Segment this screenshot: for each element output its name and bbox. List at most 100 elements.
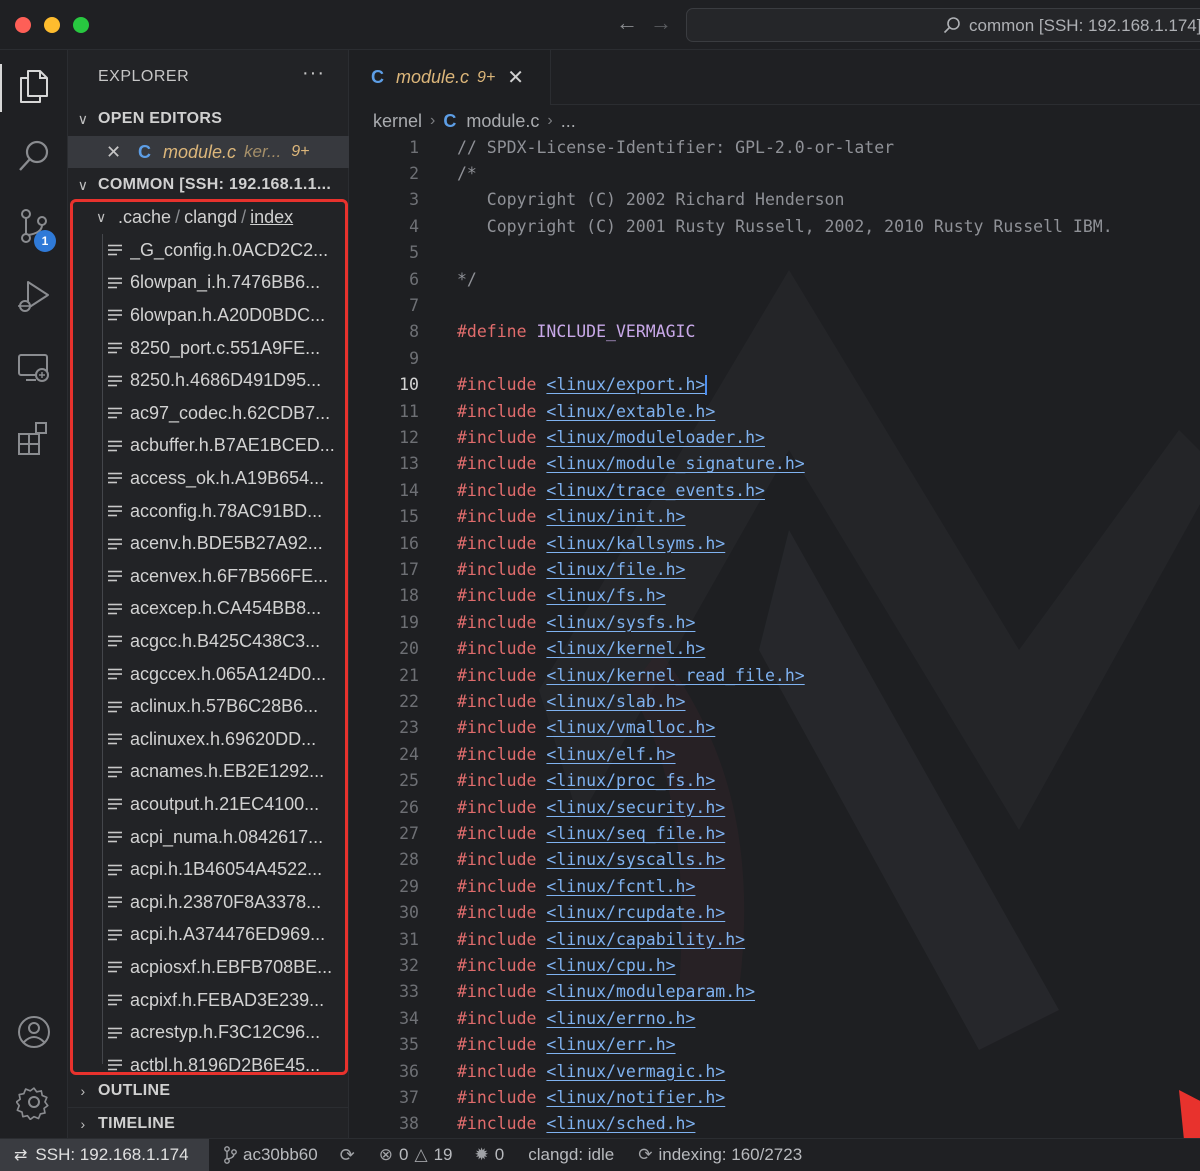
comment-text: Copyright (C) 2001 Rusty Russell, 2002, …	[457, 216, 1113, 236]
include-path-link[interactable]: <linux/vermagic.h>	[546, 1062, 725, 1081]
breadcrumb-item[interactable]: ...	[561, 111, 576, 132]
file-item[interactable]: acexcep.h.CA454BB8...	[68, 593, 349, 626]
include-path-link[interactable]: <linux/fcntl.h>	[546, 877, 695, 896]
include-path-link[interactable]: <linux/notifier.h>	[546, 1088, 725, 1107]
file-item[interactable]: acpi.h.A374476ED969...	[68, 919, 349, 952]
code-line: 37 #include <linux/notifier.h>	[349, 1084, 1200, 1110]
file-item[interactable]: aclinux.h.57B6C28B6...	[68, 690, 349, 723]
ports-indicator[interactable]: ✹ 0	[475, 1145, 505, 1165]
include-path-link[interactable]: <linux/kernel_read_file.h>	[546, 666, 804, 685]
include-path-link[interactable]: <linux/syscalls.h>	[546, 850, 725, 869]
file-name: access_ok.h.A19B654...	[130, 467, 325, 488]
file-item[interactable]: acoutput.h.21EC4100...	[68, 788, 349, 821]
open-editors-section[interactable]: ∨ OPEN EDITORS	[68, 103, 349, 135]
file-item[interactable]: acbuffer.h.B7AE1BCED...	[68, 430, 349, 463]
include-path-link[interactable]: <linux/slab.h>	[546, 692, 685, 711]
include-path-link[interactable]: <linux/kernel.h>	[546, 639, 705, 658]
file-item[interactable]: ac97_codec.h.62CDB7...	[68, 397, 349, 430]
include-path-link[interactable]: <linux/kallsyms.h>	[546, 534, 725, 553]
include-path-link[interactable]: <linux/moduleparam.h>	[546, 982, 755, 1001]
indexing-status[interactable]: ⟳ indexing: 160/2723	[638, 1145, 802, 1165]
include-path-link[interactable]: <linux/file.h>	[546, 560, 685, 579]
breadcrumb-item[interactable]: module.c	[466, 111, 539, 132]
search-activity[interactable]	[0, 126, 68, 186]
file-name: acbuffer.h.B7AE1BCED...	[130, 435, 335, 456]
file-name: aclinuxex.h.69620DD...	[130, 728, 317, 749]
include-path-link[interactable]: <linux/export.h>	[546, 375, 705, 394]
more-actions-button[interactable]: ···	[302, 62, 325, 85]
clangd-status[interactable]: clangd: idle	[528, 1145, 614, 1165]
include-path-link[interactable]: <linux/seq_file.h>	[546, 824, 725, 843]
open-editor-item[interactable]: ✕ C module.c ker... 9+	[68, 136, 349, 168]
include-path-link[interactable]: <linux/err.h>	[546, 1035, 675, 1054]
file-item[interactable]: acnames.h.EB2E1292...	[68, 756, 349, 789]
include-path-link[interactable]: <linux/module_signature.h>	[546, 454, 804, 473]
file-item[interactable]: acpixf.h.FEBAD3E239...	[68, 984, 349, 1017]
file-item[interactable]: acconfig.h.78AC91BD...	[68, 495, 349, 528]
zoom-window-button[interactable]	[73, 17, 89, 33]
line-number: 30	[399, 903, 419, 923]
workspace-section[interactable]: ∨ COMMON [SSH: 192.168.1.1...	[68, 169, 349, 201]
breadcrumb-item[interactable]: kernel	[373, 111, 422, 132]
go-forward-icon[interactable]: →	[650, 10, 672, 36]
include-path-link[interactable]: <linux/elf.h>	[546, 745, 675, 764]
file-item[interactable]: acpi.h.23870F8A3378...	[68, 886, 349, 919]
file-item[interactable]: acgccex.h.065A124D0...	[68, 658, 349, 691]
include-path-link[interactable]: <linux/sched.h>	[546, 1114, 695, 1133]
file-item[interactable]: acpi_numa.h.0842617...	[68, 821, 349, 854]
chevron-right-icon: ›	[80, 1115, 86, 1132]
line-number: 12	[399, 428, 419, 448]
outline-section[interactable]: › OUTLINE	[68, 1075, 349, 1107]
explorer-activity[interactable]	[0, 56, 68, 116]
file-item[interactable]: aclinuxex.h.69620DD...	[68, 723, 349, 756]
include-path-link[interactable]: <linux/init.h>	[546, 507, 685, 526]
file-item[interactable]: 8250.h.4686D491D95...	[68, 364, 349, 397]
file-item[interactable]: access_ok.h.A19B654...	[68, 462, 349, 495]
include-path-link[interactable]: <linux/rcupdate.h>	[546, 903, 725, 922]
close-icon[interactable]: ✕	[507, 65, 524, 90]
file-item[interactable]: _G_config.h.0ACD2C2...	[68, 234, 349, 267]
include-path-link[interactable]: <linux/errno.h>	[546, 1009, 695, 1028]
accounts-activity[interactable]	[0, 1002, 68, 1062]
include-path-link[interactable]: <linux/fs.h>	[546, 586, 665, 605]
include-path-link[interactable]: <linux/vmalloc.h>	[546, 718, 715, 737]
line-number: 38	[399, 1114, 419, 1134]
file-item[interactable]: acenvex.h.6F7B566FE...	[68, 560, 349, 593]
file-item[interactable]: 6lowpan_i.h.7476BB6...	[68, 267, 349, 300]
file-item[interactable]: acgcc.h.B425C438C3...	[68, 625, 349, 658]
run-debug-activity[interactable]	[0, 266, 68, 326]
include-path-link[interactable]: <linux/proc_fs.h>	[546, 771, 715, 790]
close-window-button[interactable]	[15, 17, 31, 33]
tab-module-c[interactable]: C module.c 9+ ✕	[349, 50, 551, 105]
extensions-activity[interactable]	[0, 408, 68, 468]
branch-indicator[interactable]: ac30bb60	[223, 1145, 318, 1165]
go-back-icon[interactable]: ←	[616, 10, 638, 36]
sync-button[interactable]: ⟳	[340, 1145, 355, 1166]
command-center[interactable]: common [SSH: 192.168.1.174]	[686, 8, 1200, 42]
file-lines-icon	[108, 929, 122, 941]
file-item[interactable]: 6lowpan.h.A20D0BDC...	[68, 299, 349, 332]
manage-activity[interactable]	[0, 1072, 68, 1132]
folder-cache-clangd-index[interactable]: ∨ .cache / clangd / index	[68, 200, 349, 234]
include-path-link[interactable]: <linux/trace_events.h>	[546, 481, 765, 500]
problems-indicator[interactable]: ⊗ 0 △ 19	[379, 1145, 453, 1165]
include-path-link[interactable]: <linux/moduleloader.h>	[546, 428, 765, 447]
include-path-link[interactable]: <linux/capability.h>	[546, 930, 745, 949]
include-path-link[interactable]: <linux/security.h>	[546, 798, 725, 817]
source-control-activity[interactable]	[0, 196, 68, 256]
timeline-section[interactable]: › TIMELINE	[68, 1107, 349, 1139]
include-path-link[interactable]: <linux/cpu.h>	[546, 956, 675, 975]
file-item[interactable]: acrestyp.h.F3C12C96...	[68, 1016, 349, 1049]
minimize-window-button[interactable]	[44, 17, 60, 33]
include-path-link[interactable]: <linux/sysfs.h>	[546, 613, 695, 632]
file-item[interactable]: acpi.h.1B46054A4522...	[68, 853, 349, 886]
file-item[interactable]: acenv.h.BDE5B27A92...	[68, 527, 349, 560]
file-lines-icon	[108, 799, 122, 810]
close-icon[interactable]: ✕	[106, 142, 128, 163]
include-path-link[interactable]: <linux/extable.h>	[546, 402, 715, 421]
file-item[interactable]: acpiosxf.h.EBFB708BE...	[68, 951, 349, 984]
file-item[interactable]: 8250_port.c.551A9FE...	[68, 332, 349, 365]
file-name: _G_config.h.0ACD2C2...	[130, 239, 329, 260]
remote-explorer-activity[interactable]	[0, 338, 68, 398]
remote-indicator[interactable]: ⇄ SSH: 192.168.1.174	[0, 1138, 209, 1171]
